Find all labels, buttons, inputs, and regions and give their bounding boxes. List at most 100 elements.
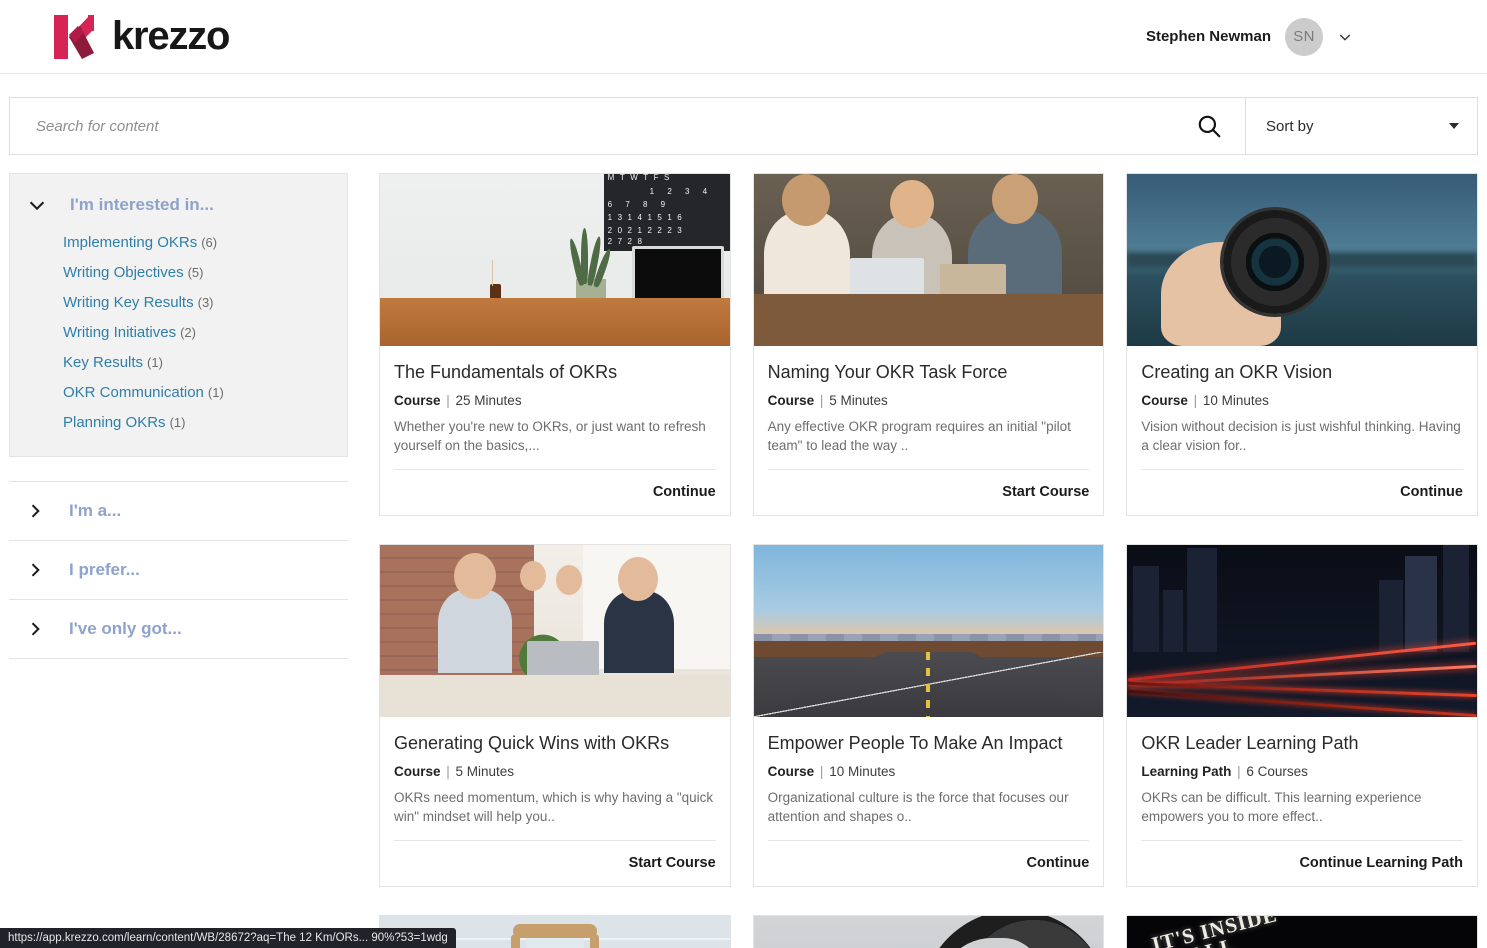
card-title: Empower People To Make An Impact xyxy=(767,732,1063,753)
facet-option[interactable]: Planning OKRs (1) xyxy=(10,408,347,438)
card-thumbnail-hand-holding-camera-lens xyxy=(1127,174,1477,346)
facet-title: I've only got... xyxy=(69,619,182,638)
facet-option-label[interactable]: Writing Initiatives xyxy=(63,324,176,341)
card-meta: Course | 10 Minutes xyxy=(767,763,896,779)
card-type: Course xyxy=(394,392,441,408)
chevron-right-icon[interactable] xyxy=(25,560,55,580)
facet-option[interactable]: Implementing OKRs (6) xyxy=(10,228,347,258)
sort-by-label: Sort by xyxy=(1266,117,1314,135)
card-thumbnail-desk-with-calendar-and-imac: MTWTFS 1 2 3 4 6 7 8 9 13141516 20212223… xyxy=(380,174,730,346)
search-input[interactable] xyxy=(10,98,1173,154)
card-thumbnail-city-light-trails xyxy=(1127,544,1477,717)
facet-option-count: (5) xyxy=(187,265,204,280)
card-thumbnail-three-people-at-table-with-laptop xyxy=(753,174,1104,346)
facet-option[interactable]: OKR Communication (1) xyxy=(10,378,347,408)
card-description: Any effective OKR program requires an in… xyxy=(767,418,1071,453)
card-cta-button[interactable]: Continue xyxy=(653,484,716,500)
facet-ive-only-got[interactable]: I've only got... xyxy=(9,600,348,659)
facet-title: I prefer... xyxy=(69,560,140,579)
facet-option-label[interactable]: Implementing OKRs xyxy=(63,234,197,251)
user-menu[interactable]: Stephen Newman SN xyxy=(1146,17,1353,56)
caret-down-icon xyxy=(1449,123,1459,129)
card-footer: Continue xyxy=(394,468,716,515)
card-cta-button[interactable]: Continue xyxy=(1027,855,1090,871)
facet-option[interactable]: Writing Initiatives (2) xyxy=(10,318,347,348)
facet-option[interactable]: Writing Key Results (3) xyxy=(10,288,347,318)
card-body: Naming Your OKR Task Force Course | 5 Mi… xyxy=(754,346,1104,455)
facet-title: I'm interested in... xyxy=(70,195,214,214)
card-type: Learning Path xyxy=(1141,763,1232,779)
content-card[interactable]: Generating Quick Wins with OKRs Course |… xyxy=(379,543,731,887)
facet-interested-in-header[interactable]: I'm interested in... xyxy=(10,186,347,224)
facet-im-a[interactable]: I'm a... xyxy=(9,481,348,541)
card-description: Organizational culture is the force that… xyxy=(767,789,1069,824)
facet-option-label[interactable]: Key Results xyxy=(63,354,143,371)
content-card[interactable] xyxy=(752,914,1105,948)
content-card[interactable]: Creating an OKR Vision Course | 10 Minut… xyxy=(1126,173,1478,516)
card-duration: 6 Courses xyxy=(1246,763,1308,779)
krezzo-k-logo-icon xyxy=(54,14,94,59)
card-meta: Course | 5 Minutes xyxy=(767,392,888,408)
facet-option-label[interactable]: Writing Key Results xyxy=(63,294,194,311)
facet-option-count: (6) xyxy=(201,235,218,250)
card-body: Generating Quick Wins with OKRs Course |… xyxy=(380,717,730,826)
facet-option-list: Implementing OKRs (6) Writing Objectives(… xyxy=(10,228,347,438)
card-body: Creating an OKR Vision Course | 10 Minut… xyxy=(1127,346,1477,455)
avatar[interactable]: SN xyxy=(1285,17,1323,56)
card-duration: 10 Minutes xyxy=(829,763,896,779)
app-header: krezzo Stephen Newman SN xyxy=(0,0,1487,74)
facet-option-count: (1) xyxy=(147,355,163,370)
content-card[interactable]: IT'S INSIDE US ALL xyxy=(1126,914,1478,948)
card-title: The Fundamentals of OKRs xyxy=(394,362,618,382)
search-icon xyxy=(1198,115,1221,138)
facet-option-label[interactable]: Writing Objectives xyxy=(63,264,184,281)
card-thumbnail-boy-shouting-into-microphone xyxy=(753,915,1104,948)
card-title: OKR Leader Learning Path xyxy=(1141,732,1359,753)
card-title: Naming Your OKR Task Force xyxy=(767,362,1008,382)
content-card[interactable]: Naming Your OKR Task Force Course | 5 Mi… xyxy=(752,173,1105,516)
card-title: Creating an OKR Vision xyxy=(1141,362,1333,382)
facet-title: I'm a... xyxy=(69,501,122,520)
content-card[interactable]: OKR Leader Learning Path Learning Path |… xyxy=(1126,543,1478,887)
card-meta: Learning Path | 6 Courses xyxy=(1141,763,1308,779)
card-thumbnail-desert-road-at-dusk xyxy=(753,544,1104,717)
search-button[interactable] xyxy=(1173,98,1245,154)
brand[interactable]: krezzo xyxy=(50,13,230,61)
card-cta-button[interactable]: Start Course xyxy=(1002,484,1089,500)
content-card[interactable]: MTWTFS 1 2 3 4 6 7 8 9 13141516 20212223… xyxy=(379,173,731,516)
card-meta: Course | 5 Minutes xyxy=(394,763,515,779)
chevron-down-icon[interactable] xyxy=(1337,29,1353,45)
facet-option-count: (1) xyxy=(169,415,186,430)
chevron-right-icon[interactable] xyxy=(25,619,55,639)
facet-i-prefer[interactable]: I prefer... xyxy=(9,541,348,600)
content-card[interactable]: Empower People To Make An Impact Course … xyxy=(752,543,1105,887)
card-description: Whether you're new to OKRs, or just want… xyxy=(394,418,706,453)
card-type: Course xyxy=(767,763,815,779)
search-bar: Sort by xyxy=(9,97,1478,155)
card-cta-button[interactable]: Continue xyxy=(1400,484,1463,500)
card-footer: Continue Learning Path xyxy=(1141,839,1463,886)
chevron-down-icon[interactable] xyxy=(26,194,56,216)
card-footer: Start Course xyxy=(767,468,1090,515)
filters-sidebar: I'm interested in... Implementing OKRs (6… xyxy=(9,173,348,659)
card-footer: Continue xyxy=(767,839,1090,886)
card-duration: 5 Minutes xyxy=(829,392,888,408)
search-row: Sort by xyxy=(0,74,1487,155)
facet-option-label[interactable]: OKR Communication xyxy=(63,384,204,401)
card-type: Course xyxy=(1141,392,1188,408)
facet-option[interactable]: Key Results (1) xyxy=(10,348,347,378)
facet-option[interactable]: Writing Objectives (5) xyxy=(10,258,347,288)
card-duration: 25 Minutes xyxy=(455,392,522,408)
facet-option-count: (3) xyxy=(197,295,214,310)
card-duration: 5 Minutes xyxy=(455,763,515,779)
chevron-right-icon[interactable] xyxy=(25,501,55,521)
card-cta-button[interactable]: Continue Learning Path xyxy=(1299,855,1463,871)
card-footer: Start Course xyxy=(394,839,716,886)
card-body: OKR Leader Learning Path Learning Path |… xyxy=(1127,717,1477,826)
card-description: Vision without decision is just wishful … xyxy=(1141,418,1461,453)
card-body: The Fundamentals of OKRs Course | 25 Min… xyxy=(380,346,730,455)
browser-status-bar: https://app.krezzo.com/learn/content/WB/… xyxy=(0,928,456,948)
sort-by-dropdown[interactable]: Sort by xyxy=(1245,98,1477,154)
card-cta-button[interactable]: Start Course xyxy=(629,855,716,871)
facet-option-label[interactable]: Planning OKRs xyxy=(63,414,166,431)
